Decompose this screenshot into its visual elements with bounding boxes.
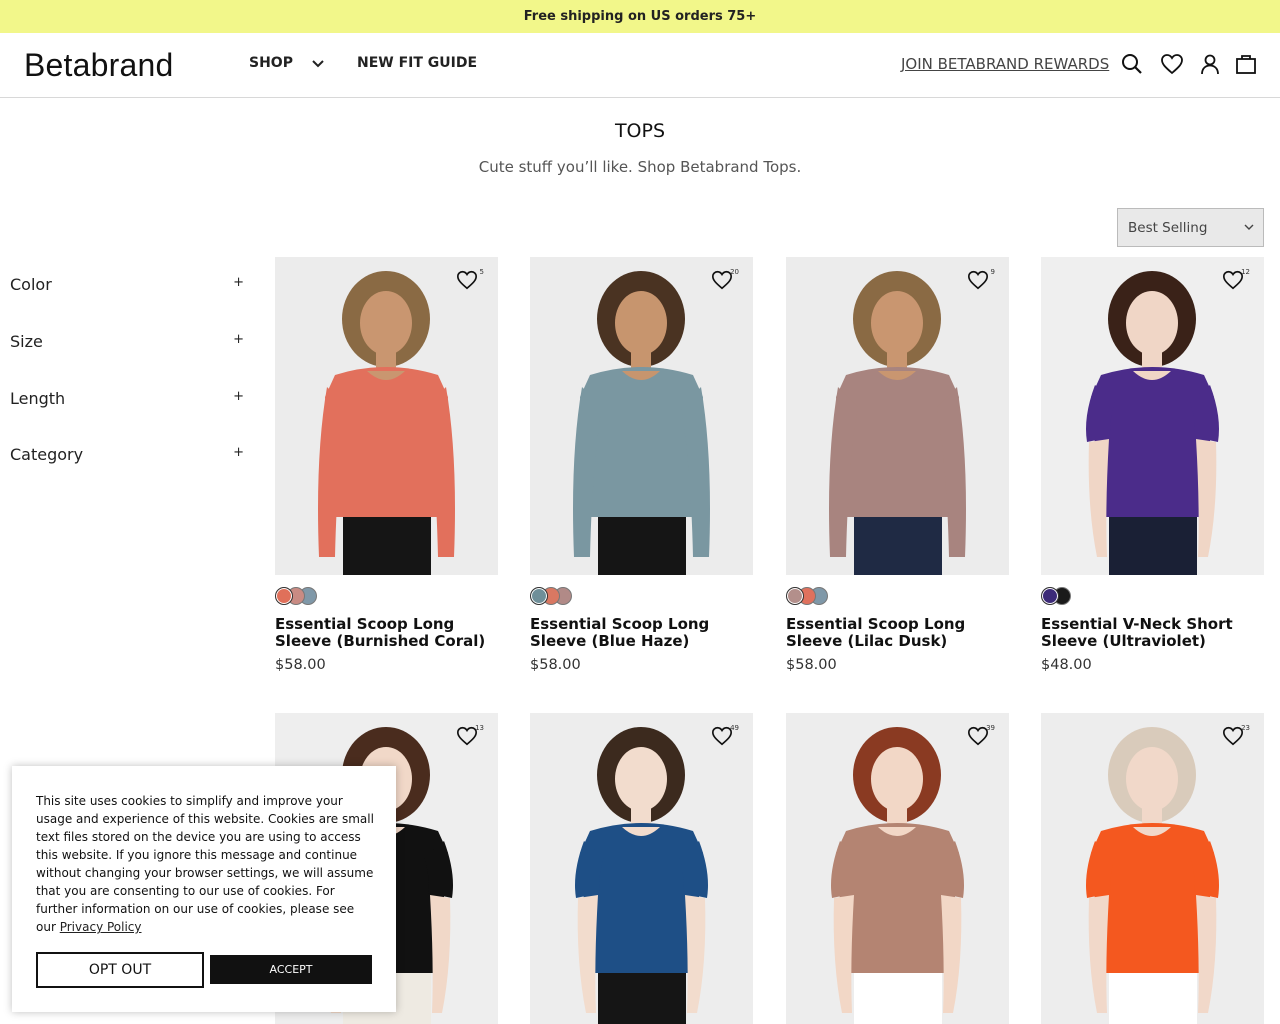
wishlist-button[interactable]: 5 — [456, 268, 484, 293]
filter-label: Color — [10, 275, 52, 294]
product-image[interactable]: 49 — [530, 713, 753, 1024]
product-image[interactable]: 20 — [530, 257, 753, 575]
wishlist-button[interactable]: 13 — [456, 724, 484, 749]
color-swatches — [1041, 587, 1071, 605]
filter-color[interactable]: Color + — [10, 275, 244, 294]
model-photo — [275, 257, 498, 575]
bag-icon[interactable] — [1234, 52, 1258, 76]
product-image[interactable]: 12 — [1041, 257, 1264, 575]
plus-icon: + — [233, 275, 244, 290]
filter-category[interactable]: Category + — [10, 445, 244, 464]
page-title: TOPS — [614, 120, 666, 142]
color-swatch[interactable] — [786, 587, 804, 605]
wishlist-count: 12 — [1241, 268, 1250, 276]
product-name[interactable]: Essential Scoop Long Sleeve (Burnished C… — [275, 616, 498, 650]
product-name[interactable]: Essential Scoop Long Sleeve (Blue Haze) — [530, 616, 753, 650]
color-swatches — [275, 587, 317, 605]
model-photo — [786, 713, 1009, 1024]
wishlist-count: 13 — [475, 724, 484, 732]
sort-select[interactable]: Best Selling — [1117, 208, 1264, 247]
product-image[interactable]: 23 — [1041, 713, 1264, 1024]
heart-icon — [968, 270, 988, 290]
rewards-link[interactable]: JOIN BETABRAND REWARDS — [901, 55, 1109, 73]
color-swatch[interactable] — [1041, 587, 1059, 605]
nav-fit-guide[interactable]: NEW FIT GUIDE — [357, 55, 477, 71]
chevron-down-icon — [312, 60, 324, 68]
opt-out-button[interactable]: OPT OUT — [36, 952, 204, 988]
account-icon[interactable] — [1198, 52, 1222, 76]
product-price: $48.00 — [1041, 657, 1092, 673]
wishlist-count: 20 — [730, 268, 739, 276]
color-swatch[interactable] — [275, 587, 293, 605]
wishlist-button[interactable]: 20 — [711, 268, 739, 293]
wishlist-count: 39 — [986, 724, 995, 732]
promo-text: Free shipping on US orders 75+ — [523, 9, 757, 24]
product-name[interactable]: Essential Scoop Long Sleeve (Lilac Dusk) — [786, 616, 1009, 650]
wishlist-button[interactable]: 9 — [967, 268, 995, 293]
search-icon[interactable] — [1120, 52, 1144, 76]
heart-icon — [457, 270, 477, 290]
promo-banner: Free shipping on US orders 75+ — [0, 0, 1280, 33]
accept-button[interactable]: ACCEPT — [210, 955, 372, 984]
filter-label: Category — [10, 445, 84, 464]
filter-label: Size — [10, 332, 43, 351]
wishlist-count: 49 — [730, 724, 739, 732]
model-photo — [786, 257, 1009, 575]
product-price: $58.00 — [786, 657, 837, 673]
privacy-policy-link[interactable]: Privacy Policy — [60, 920, 142, 934]
product-image[interactable]: 5 — [275, 257, 498, 575]
wishlist-button[interactable]: 12 — [1222, 268, 1250, 293]
heart-icon[interactable] — [1160, 52, 1184, 76]
cookie-banner: This site uses cookies to simplify and i… — [12, 766, 396, 1012]
sort-selected: Best Selling — [1128, 219, 1208, 236]
color-swatch[interactable] — [530, 587, 548, 605]
wishlist-count: 9 — [990, 268, 995, 276]
model-photo — [530, 713, 753, 1024]
logo[interactable]: Betabrand — [24, 47, 173, 84]
wishlist-count: 23 — [1241, 724, 1250, 732]
plus-icon: + — [233, 445, 244, 460]
cookie-text: This site uses cookies to simplify and i… — [36, 792, 376, 936]
model-photo — [1041, 713, 1264, 1024]
plus-icon: + — [233, 389, 244, 404]
cookie-message: This site uses cookies to simplify and i… — [36, 794, 374, 934]
model-photo — [530, 257, 753, 575]
nav-shop-label: SHOP — [249, 55, 293, 71]
color-swatches — [530, 587, 572, 605]
product-image[interactable]: 9 — [786, 257, 1009, 575]
filter-size[interactable]: Size + — [10, 332, 244, 351]
plus-icon: + — [233, 332, 244, 347]
product-price: $58.00 — [530, 657, 581, 673]
product-price: $58.00 — [275, 657, 326, 673]
filter-length[interactable]: Length + — [10, 389, 244, 408]
color-swatches — [786, 587, 828, 605]
page-subtitle: Cute stuff you’ll like. Shop Betabrand T… — [478, 158, 802, 176]
nav-shop[interactable]: SHOP — [249, 55, 325, 71]
product-name[interactable]: Essential V-Neck Short Sleeve (Ultraviol… — [1041, 616, 1264, 650]
site-header: Betabrand SHOP NEW FIT GUIDE JOIN BETABR… — [0, 33, 1280, 98]
filter-label: Length — [10, 389, 66, 408]
wishlist-button[interactable]: 49 — [711, 724, 739, 749]
chevron-down-icon — [1244, 224, 1254, 230]
model-photo — [1041, 257, 1264, 575]
wishlist-button[interactable]: 39 — [967, 724, 995, 749]
wishlist-button[interactable]: 23 — [1222, 724, 1250, 749]
wishlist-count: 5 — [479, 268, 484, 276]
product-image[interactable]: 39 — [786, 713, 1009, 1024]
